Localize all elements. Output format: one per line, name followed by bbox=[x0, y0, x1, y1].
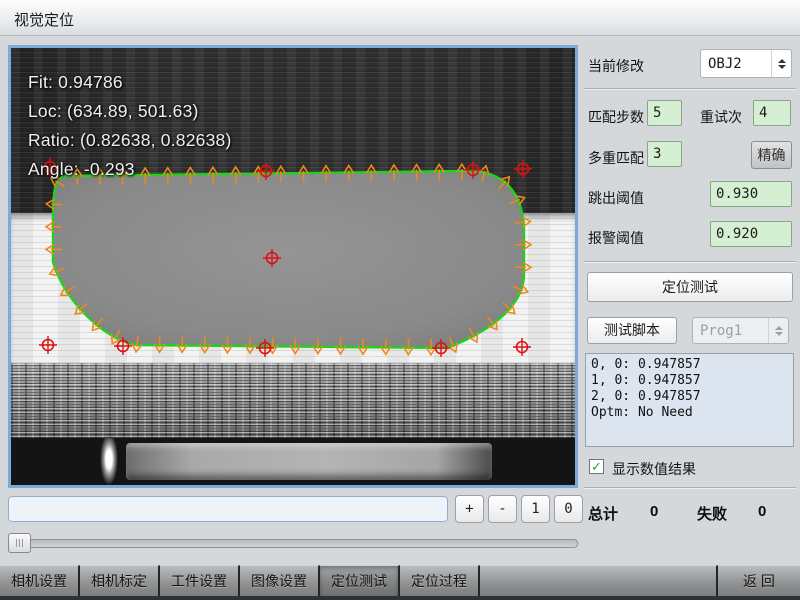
loc-value: Loc: (634.89, 501.63) bbox=[28, 97, 231, 126]
check-icon: ✓ bbox=[591, 459, 602, 475]
title-bar: 视觉定位 bbox=[0, 0, 800, 36]
separator bbox=[584, 261, 796, 263]
jump-threshold-label: 跳出阈值 bbox=[588, 188, 644, 208]
tab-workpiece-setup[interactable]: 工件设置 bbox=[160, 565, 240, 596]
jump-threshold-input[interactable]: 0.930 bbox=[710, 181, 792, 207]
zoom-1x-button[interactable]: 1 bbox=[521, 495, 550, 523]
zoom-out-button[interactable]: - bbox=[488, 495, 517, 523]
match-steps-label: 匹配步数 bbox=[588, 107, 644, 127]
show-numeric-label: 显示数值结果 bbox=[612, 459, 696, 479]
command-input[interactable] bbox=[8, 496, 448, 522]
program-select-value: Prog1 bbox=[693, 323, 768, 339]
multi-match-input[interactable]: 3 bbox=[647, 141, 682, 167]
object-select[interactable]: OBJ2 bbox=[700, 49, 792, 78]
ratio-value: Ratio: (0.82638, 0.82638) bbox=[28, 126, 231, 155]
separator bbox=[584, 88, 796, 90]
tab-image-setup[interactable]: 图像设置 bbox=[240, 565, 320, 596]
match-result-overlay: Fit: 0.94786 Loc: (634.89, 501.63) Ratio… bbox=[28, 68, 231, 184]
retry-label: 重试次 bbox=[700, 107, 742, 127]
bottom-tab-bar: 相机设置 相机标定 工件设置 图像设置 定位测试 定位过程 返 回 bbox=[0, 565, 800, 600]
camera-view[interactable]: Fit: 0.94786 Loc: (634.89, 501.63) Ratio… bbox=[8, 45, 578, 488]
tab-locate-test[interactable]: 定位测试 bbox=[320, 565, 400, 596]
total-value: 0 bbox=[650, 503, 658, 520]
total-label: 总计 bbox=[588, 503, 618, 524]
result-line: 0, 0: 0.947857 bbox=[591, 357, 788, 373]
precise-button[interactable]: 精确 bbox=[751, 141, 792, 169]
page-title: 视觉定位 bbox=[14, 9, 74, 30]
alarm-threshold-input[interactable]: 0.920 bbox=[710, 221, 792, 247]
tab-camera-calibration[interactable]: 相机标定 bbox=[80, 565, 160, 596]
result-log[interactable]: 0, 0: 0.947857 1, 0: 0.947857 2, 0: 0.94… bbox=[585, 353, 794, 447]
multi-match-label: 多重匹配 bbox=[588, 148, 644, 168]
tab-bar-spacer bbox=[480, 565, 718, 596]
separator bbox=[584, 487, 796, 489]
match-steps-input[interactable]: 5 bbox=[647, 100, 682, 126]
result-line: 2, 0: 0.947857 bbox=[591, 389, 788, 405]
zoom-fit-button[interactable]: 0 bbox=[554, 495, 583, 523]
current-edit-label: 当前修改 bbox=[588, 56, 644, 76]
program-select[interactable]: Prog1 bbox=[692, 317, 789, 344]
locate-test-button[interactable]: 定位测试 bbox=[587, 272, 793, 302]
fit-value: Fit: 0.94786 bbox=[28, 68, 231, 97]
app-window: 视觉定位 Fit: 0.94786 Loc: (634.89, 501. bbox=[0, 0, 800, 600]
angle-value: Angle: -0.293 bbox=[28, 155, 231, 184]
retry-input[interactable]: 4 bbox=[753, 100, 791, 126]
result-line: 1, 0: 0.947857 bbox=[591, 373, 788, 389]
matched-object-outline bbox=[53, 171, 524, 348]
zoom-in-button[interactable]: + bbox=[455, 495, 484, 523]
spinner-icon bbox=[768, 318, 788, 343]
image-scroll-track[interactable] bbox=[8, 539, 578, 548]
tab-locate-process[interactable]: 定位过程 bbox=[400, 565, 480, 596]
tab-camera-setup[interactable]: 相机设置 bbox=[0, 565, 80, 596]
fail-label: 失败 bbox=[697, 503, 727, 524]
object-select-value: OBJ2 bbox=[701, 56, 771, 72]
spinner-icon[interactable] bbox=[771, 50, 791, 77]
show-numeric-checkbox[interactable]: ✓ bbox=[589, 459, 604, 474]
alarm-threshold-label: 报警阈值 bbox=[588, 228, 644, 248]
back-button[interactable]: 返 回 bbox=[718, 565, 800, 596]
image-scroll-handle[interactable] bbox=[8, 533, 31, 553]
result-line: Optm: No Need bbox=[591, 405, 788, 421]
test-script-button[interactable]: 测试脚本 bbox=[587, 317, 677, 344]
fail-value: 0 bbox=[758, 503, 766, 520]
